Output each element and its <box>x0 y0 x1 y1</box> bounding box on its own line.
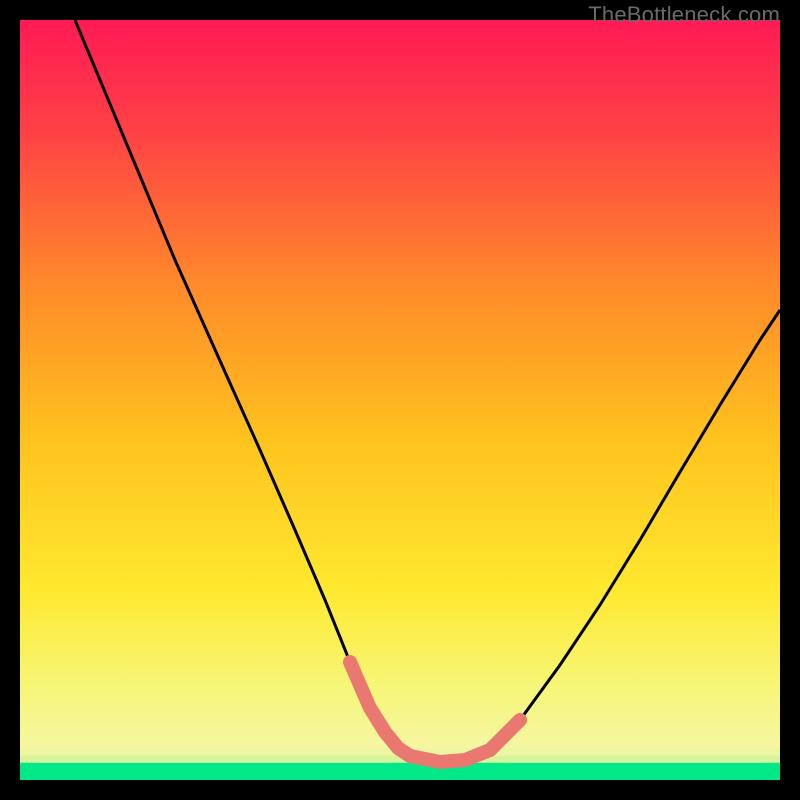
chart-frame: TheBottleneck.com <box>0 0 800 800</box>
chart-svg <box>20 20 780 780</box>
chart-plot-area <box>20 20 780 780</box>
chart-background <box>20 20 780 780</box>
chart-bottom-strip <box>20 762 780 780</box>
